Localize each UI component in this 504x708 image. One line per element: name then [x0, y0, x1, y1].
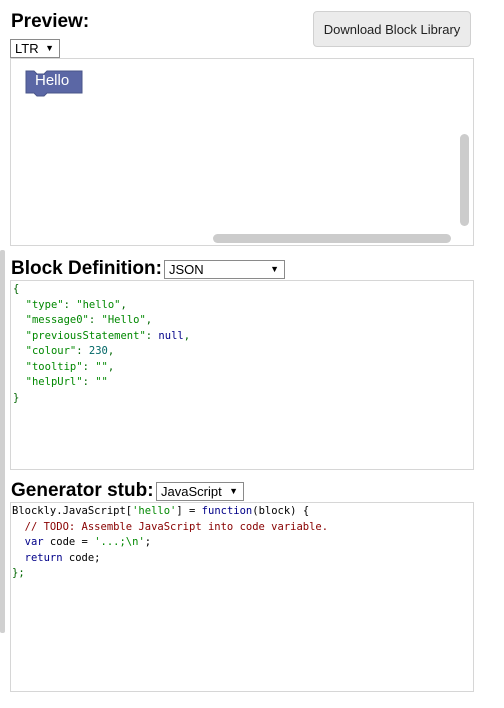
- format-select-value: JSON: [169, 262, 204, 277]
- language-select[interactable]: JavaScript ▼: [156, 482, 244, 501]
- block-definition-code: { "type": "hello", "message0": "Hello", …: [10, 280, 474, 470]
- block-definition-title: Block Definition:: [11, 258, 162, 279]
- generator-stub-code: Blockly.JavaScript['hello'] = function(b…: [10, 502, 474, 692]
- chevron-down-icon: ▼: [45, 43, 54, 53]
- preview-horizontal-scrollbar[interactable]: [213, 234, 451, 243]
- preview-vertical-scrollbar[interactable]: [460, 134, 469, 226]
- direction-select[interactable]: LTR ▼: [10, 39, 60, 58]
- preview-title: Preview:: [11, 11, 90, 32]
- generator-stub-title: Generator stub:: [11, 480, 154, 501]
- language-select-value: JavaScript: [161, 484, 222, 499]
- format-select[interactable]: JSON ▼: [164, 260, 285, 279]
- chevron-down-icon: ▼: [270, 264, 279, 274]
- hello-block-label: Hello: [35, 72, 70, 89]
- direction-select-value: LTR: [15, 41, 39, 56]
- preview-workspace[interactable]: Hello: [10, 58, 474, 246]
- left-scroll-rail[interactable]: [0, 250, 5, 633]
- chevron-down-icon: ▼: [229, 486, 238, 496]
- download-block-library-button[interactable]: Download Block Library: [313, 11, 471, 47]
